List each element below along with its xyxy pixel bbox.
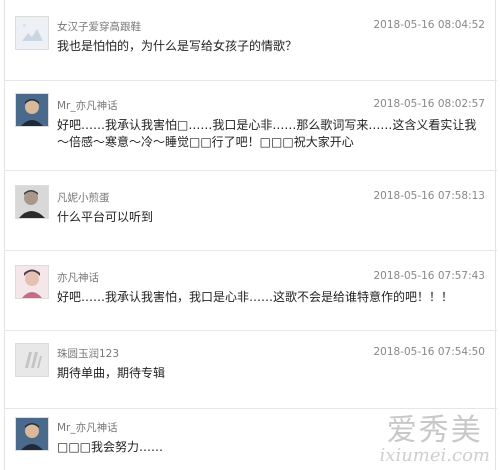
avatar[interactable] (15, 185, 49, 219)
watermark-logo-text: 爱秀美 (386, 413, 483, 448)
avatar[interactable] (15, 343, 49, 377)
avatar[interactable] (15, 265, 49, 299)
avatar[interactable] (15, 93, 49, 127)
timestamp: 2018-05-16 08:04:52 (373, 19, 485, 31)
username[interactable]: 凡妮小煎蛋 (57, 190, 110, 205)
username[interactable]: 女汉子爱穿高跟鞋 (57, 19, 141, 34)
username[interactable]: Mr_亦凡神话 (57, 98, 118, 113)
comment-item: Mr_亦凡神话 2018-05-16 08:02:57 好吧……我承认我害怕□…… (5, 80, 497, 170)
username[interactable]: Mr_亦凡神话 (57, 420, 118, 435)
timestamp: 2018-05-16 07:57:43 (373, 270, 485, 282)
comment-text: 期待单曲，期待专辑 (57, 366, 166, 380)
comment-item: 珠圆玉润123 2018-05-16 07:54:50 期待单曲，期待专辑 (5, 330, 497, 408)
comment-text: 什么平台可以听到 (57, 210, 154, 224)
timestamp: 2018-05-16 07:58:13 (373, 190, 485, 202)
username[interactable]: 亦凡神话 (57, 270, 99, 285)
timestamp: 2018-05-16 08:02:57 (373, 98, 485, 110)
avatar[interactable] (15, 417, 49, 451)
username[interactable]: 珠圆玉润123 (57, 346, 119, 361)
timestamp: 2018-05-16 07:54:50 (373, 346, 485, 358)
comment-text: 好吧……我承认我害怕，我口是心非……这歌不会是给谁特意作的吧！！！ (57, 290, 454, 304)
watermark-domain: ixiumei.com (379, 445, 490, 466)
comment-list: 女汉子爱穿高跟鞋 2018-05-16 08:04:52 我也是怕怕的，为什么是… (4, 0, 497, 470)
comment-text: 好吧……我承认我害怕□……我口是心非……那么歌词写来……这含义看实让我～倍感～寒… (57, 118, 477, 149)
comment-item: 亦凡神话 2018-05-16 07:57:43 好吧……我承认我害怕，我口是心… (5, 250, 497, 330)
comment-item: 女汉子爱穿高跟鞋 2018-05-16 08:04:52 我也是怕怕的，为什么是… (5, 0, 497, 80)
comment-item: 凡妮小煎蛋 2018-05-16 07:58:13 什么平台可以听到 (5, 170, 497, 250)
avatar[interactable] (15, 16, 49, 50)
comment-text: 我也是怕怕的，为什么是写给女孩子的情歌？ (57, 39, 298, 53)
site-watermark: 爱秀美 ixiumei.com (380, 405, 490, 466)
